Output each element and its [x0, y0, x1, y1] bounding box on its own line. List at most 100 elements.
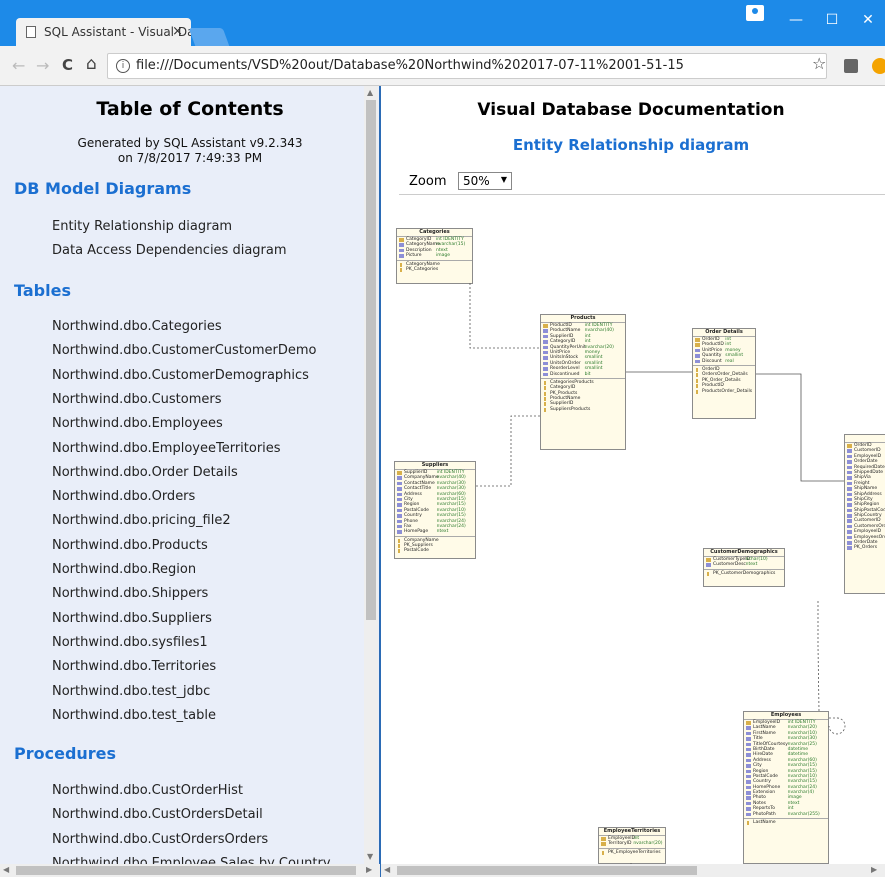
scrollbar-thumb[interactable]	[16, 866, 356, 875]
column-icon	[746, 780, 751, 784]
divider	[399, 194, 885, 195]
reload-icon[interactable]: C	[62, 56, 73, 74]
column-icon	[397, 524, 402, 529]
column-icon	[847, 530, 852, 534]
er-table-employees[interactable]: Employees EmployeeID int IDENTITY LastName n…	[743, 711, 829, 864]
scroll-left-icon[interactable]: ◀	[384, 865, 390, 874]
user-profile-icon[interactable]	[746, 5, 764, 21]
toc-link-procedure[interactable]: Northwind.dbo.Employee Sales by Country	[52, 856, 331, 864]
toc-link-table[interactable]: Northwind.dbo.Products	[52, 538, 208, 553]
toc-link-table[interactable]: Northwind.dbo.sysfiles1	[52, 635, 208, 650]
maximize-button[interactable]: ☐	[816, 8, 848, 32]
divider	[541, 377, 625, 379]
address-bar[interactable]: i file:///Documents/VSD%20out/Database%2…	[107, 53, 827, 79]
er-table-employee-territories[interactable]: EmployeeTerritories EmployeeID int Territor…	[598, 827, 666, 864]
primary-key-icon	[695, 338, 700, 342]
toc-link-procedure[interactable]: Northwind.dbo.CustOrdersOrders	[52, 832, 268, 847]
extension-warning-icon[interactable]	[872, 58, 885, 74]
zoom-select[interactable]: 50% ▼	[458, 172, 512, 190]
column-icon	[397, 497, 402, 502]
toc-link-table[interactable]: Northwind.dbo.test_table	[52, 708, 216, 723]
toc-link-table[interactable]: Northwind.dbo.Categories	[52, 319, 222, 334]
bookmark-star-icon[interactable]: ☆	[812, 54, 826, 73]
toc-link-procedure[interactable]: Northwind.dbo.CustOrderHist	[52, 783, 243, 798]
url-text: file:///Documents/VSD%20out/Database%20N…	[136, 58, 684, 73]
browser-toolbar: ← → C ⌂ i file:///Documents/VSD%20out/Da…	[0, 46, 885, 86]
toc-link-table[interactable]: Northwind.dbo.test_jdbc	[52, 684, 210, 699]
column-icon	[746, 742, 751, 747]
scrollbar-thumb[interactable]	[397, 866, 697, 875]
browser-tab[interactable]: SQL Assistant - Visual Da ×	[16, 18, 191, 46]
toc-link-table[interactable]: Northwind.dbo.CustomerCustomerDemo	[52, 343, 317, 358]
home-icon[interactable]: ⌂	[86, 54, 97, 74]
er-column-name: TitleOfCourtesy	[753, 741, 788, 747]
toc-vertical-scrollbar[interactable]: ▲ ▼	[364, 86, 378, 864]
er-table-title: Categories	[397, 229, 472, 237]
scrollbar-thumb[interactable]	[366, 100, 376, 620]
er-table-customer-demographics[interactable]: CustomerDemographics CustomerTypeID nchar(…	[703, 548, 785, 587]
info-icon[interactable]: i	[116, 59, 130, 73]
toc-link-table[interactable]: Northwind.dbo.Orders	[52, 489, 195, 504]
column-icon	[397, 492, 402, 497]
toc-link-table[interactable]: Northwind.dbo.Order Details	[52, 465, 238, 480]
column-icon	[847, 546, 852, 550]
toc-link-table[interactable]: Northwind.dbo.Shippers	[52, 586, 208, 601]
primary-key-icon	[847, 444, 852, 448]
er-column-type: ntext	[436, 529, 449, 535]
column-icon	[397, 481, 402, 486]
column-icon	[399, 243, 404, 247]
column-icon	[695, 348, 700, 353]
toc-link-table[interactable]: Northwind.dbo.EmployeeTerritories	[52, 441, 281, 456]
toc-link-dependencies-diagram[interactable]: Data Access Dependencies diagram	[52, 243, 287, 258]
back-arrow-icon[interactable]: ←	[12, 56, 25, 75]
extension-icon[interactable]	[844, 59, 858, 73]
doc-subtitle: Entity Relationship diagram	[512, 136, 750, 154]
toc-link-procedure[interactable]: Northwind.dbo.CustOrdersDetail	[52, 807, 263, 822]
toc-horizontal-scrollbar[interactable]: ◀ ▶	[0, 864, 380, 877]
toc-link-table[interactable]: Northwind.dbo.CustomerDemographics	[52, 368, 309, 383]
column-icon	[847, 476, 852, 480]
divider	[395, 535, 475, 537]
scroll-right-icon[interactable]: ▶	[366, 865, 372, 874]
toc-link-table[interactable]: Northwind.dbo.Customers	[52, 392, 222, 407]
er-column-name: CustomerID	[854, 448, 881, 454]
er-table-categories[interactable]: Categories CategoryID int IDENTITY Category…	[396, 228, 473, 284]
scroll-left-icon[interactable]: ◀	[3, 865, 9, 874]
column-icon	[397, 530, 402, 534]
column-icon	[847, 508, 852, 513]
er-column-name: Discount	[702, 358, 722, 364]
tab-close-icon[interactable]: ×	[172, 24, 183, 39]
toc-link-table[interactable]: Northwind.dbo.pricing_file2	[52, 513, 231, 528]
scroll-down-icon[interactable]: ▼	[367, 852, 373, 861]
er-table-order-details[interactable]: Order Details OrderID int ProductID int UnitP…	[692, 328, 756, 419]
er-table-orders[interactable]: OrderID CustomerID EmployeeID OrderDate Requ…	[844, 434, 885, 594]
column-icon	[847, 454, 852, 459]
toc-link-table[interactable]: Northwind.dbo.Region	[52, 562, 196, 577]
er-column-name: Address	[404, 491, 422, 497]
er-column-name: Region	[753, 768, 769, 774]
chevron-down-icon: ▼	[500, 175, 507, 184]
column-icon	[397, 514, 402, 518]
toc-link-table[interactable]: Northwind.dbo.Suppliers	[52, 611, 212, 626]
column-icon	[543, 340, 548, 344]
scroll-up-icon[interactable]: ▲	[367, 88, 373, 97]
column-icon	[847, 449, 852, 453]
column-icon	[695, 354, 700, 358]
minimize-button[interactable]: —	[780, 8, 812, 32]
toc-link-table[interactable]: Northwind.dbo.Territories	[52, 659, 216, 674]
er-column-name: QuantityPerUnit	[550, 344, 586, 350]
er-index: PostalCode	[395, 548, 475, 554]
er-column-name: ReportsTo	[753, 806, 775, 812]
new-tab-button[interactable]	[188, 28, 230, 46]
column-icon	[397, 503, 402, 507]
close-window-button[interactable]: ✕	[852, 8, 884, 32]
er-table-products[interactable]: Products ProductID int IDENTITY ProductName…	[540, 314, 626, 450]
toc-link-er-diagram[interactable]: Entity Relationship diagram	[52, 219, 232, 234]
scroll-right-icon[interactable]: ▶	[871, 865, 877, 874]
column-icon	[847, 492, 852, 497]
doc-horizontal-scrollbar[interactable]: ◀ ▶	[381, 864, 885, 877]
er-table-suppliers[interactable]: Suppliers SupplierID int IDENTITY CompanyNa…	[394, 461, 476, 559]
er-table-title: Products	[541, 315, 625, 323]
forward-arrow-icon[interactable]: →	[36, 56, 49, 75]
toc-link-table[interactable]: Northwind.dbo.Employees	[52, 416, 223, 431]
